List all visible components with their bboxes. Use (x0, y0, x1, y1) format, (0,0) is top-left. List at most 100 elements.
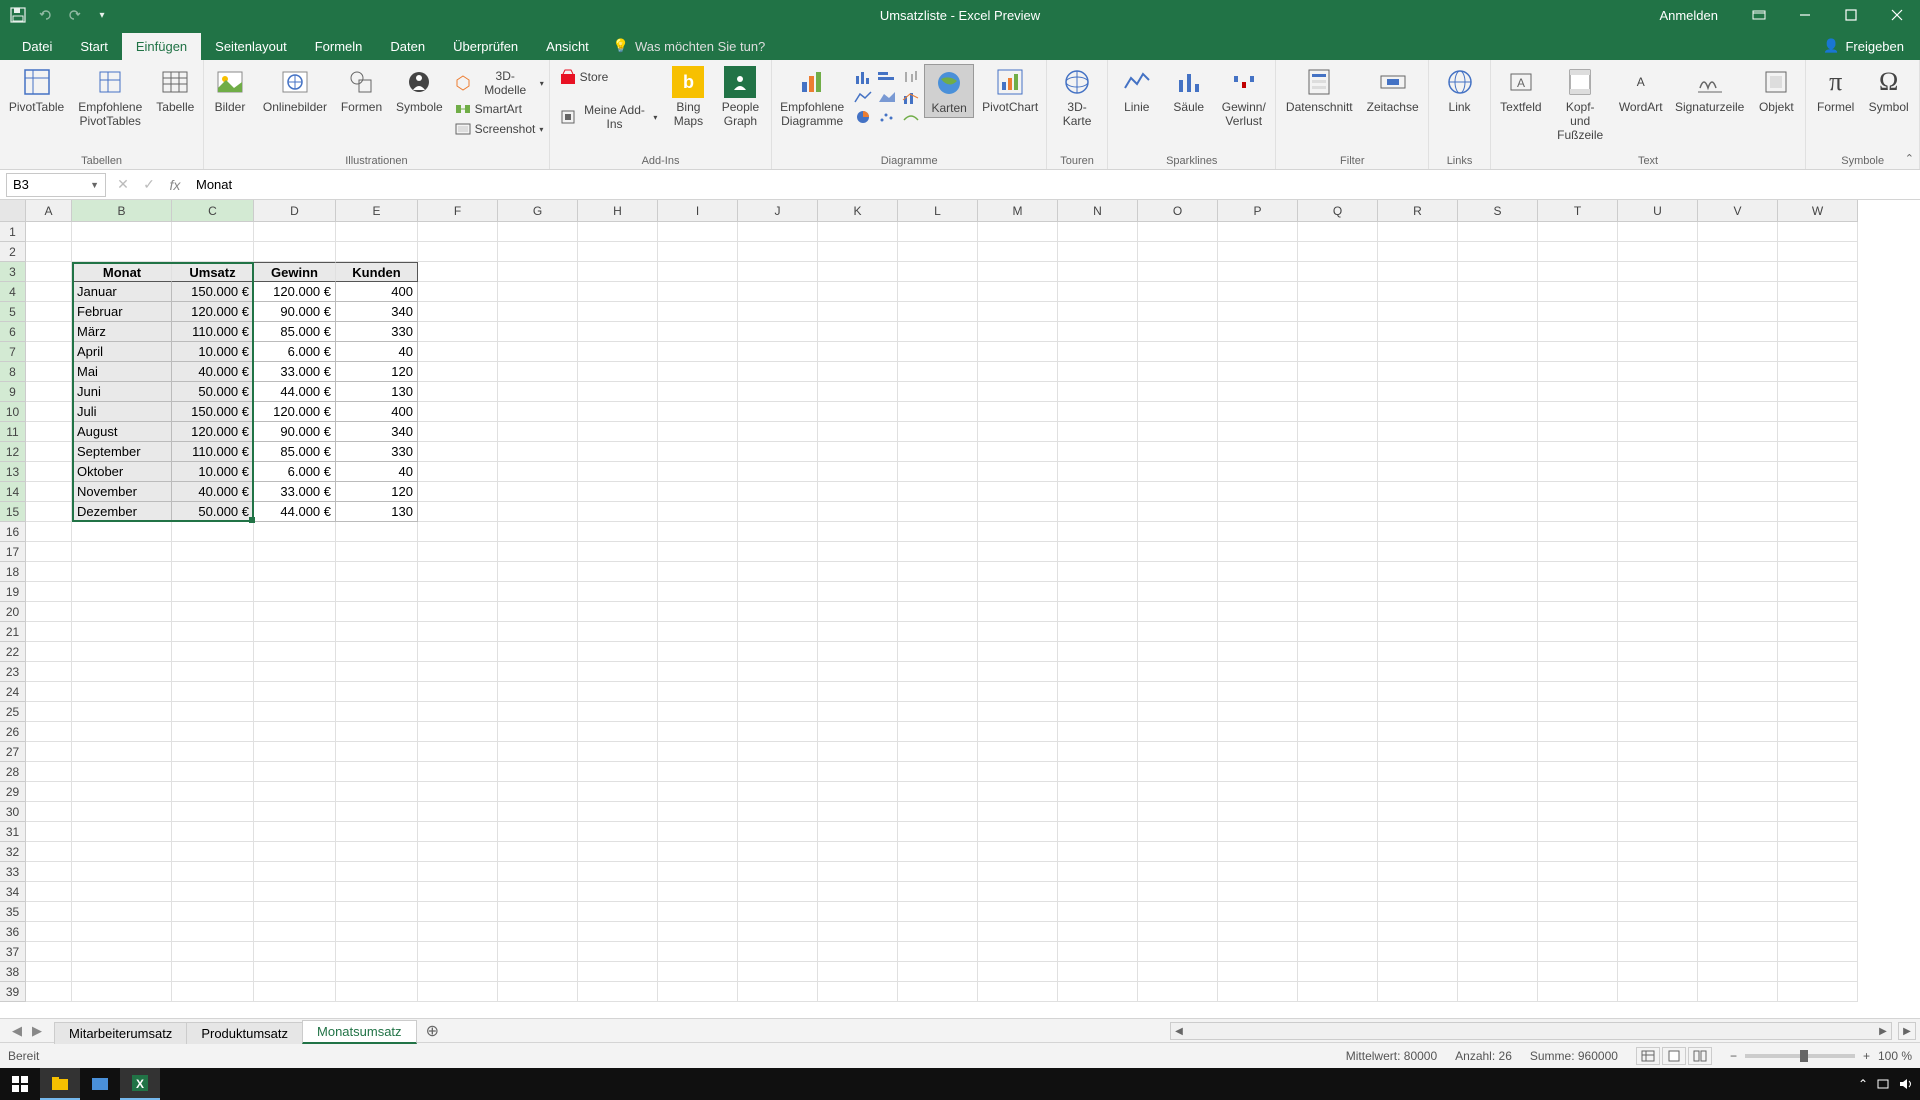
cell-O7[interactable] (1138, 342, 1218, 362)
cell-T20[interactable] (1538, 602, 1618, 622)
cell-J23[interactable] (738, 662, 818, 682)
cell-C1[interactable] (172, 222, 254, 242)
cell-S16[interactable] (1458, 522, 1538, 542)
cell-O5[interactable] (1138, 302, 1218, 322)
cell-E3[interactable]: Kunden (336, 262, 418, 282)
cell-J37[interactable] (738, 942, 818, 962)
sparkline-line-button[interactable]: Linie (1112, 64, 1162, 116)
cell-U20[interactable] (1618, 602, 1698, 622)
cell-L34[interactable] (898, 882, 978, 902)
cell-P18[interactable] (1218, 562, 1298, 582)
cell-D26[interactable] (254, 722, 336, 742)
cell-I12[interactable] (658, 442, 738, 462)
taskbar-app-icon[interactable] (80, 1068, 120, 1100)
cell-R24[interactable] (1378, 682, 1458, 702)
cell-E23[interactable] (336, 662, 418, 682)
column-header-E[interactable]: E (336, 200, 418, 222)
cell-I17[interactable] (658, 542, 738, 562)
cell-M15[interactable] (978, 502, 1058, 522)
cell-I23[interactable] (658, 662, 738, 682)
cell-B17[interactable] (72, 542, 172, 562)
cell-S1[interactable] (1458, 222, 1538, 242)
cell-P4[interactable] (1218, 282, 1298, 302)
cell-V20[interactable] (1698, 602, 1778, 622)
cell-A4[interactable] (26, 282, 72, 302)
cell-C9[interactable]: 50.000 € (172, 382, 254, 402)
cell-O25[interactable] (1138, 702, 1218, 722)
cell-T14[interactable] (1538, 482, 1618, 502)
cell-D31[interactable] (254, 822, 336, 842)
row-header-6[interactable]: 6 (0, 322, 26, 342)
cell-B27[interactable] (72, 742, 172, 762)
cell-U28[interactable] (1618, 762, 1698, 782)
cell-R19[interactable] (1378, 582, 1458, 602)
cell-H31[interactable] (578, 822, 658, 842)
row-header-31[interactable]: 31 (0, 822, 26, 842)
cell-W4[interactable] (1778, 282, 1858, 302)
cell-G6[interactable] (498, 322, 578, 342)
cell-B9[interactable]: Juni (72, 382, 172, 402)
cell-S24[interactable] (1458, 682, 1538, 702)
cell-U26[interactable] (1618, 722, 1698, 742)
wordart-button[interactable]: AWordArt (1613, 64, 1668, 116)
cell-O15[interactable] (1138, 502, 1218, 522)
cell-K14[interactable] (818, 482, 898, 502)
cell-B5[interactable]: Februar (72, 302, 172, 322)
cell-K33[interactable] (818, 862, 898, 882)
cell-T28[interactable] (1538, 762, 1618, 782)
cell-B2[interactable] (72, 242, 172, 262)
cell-O2[interactable] (1138, 242, 1218, 262)
cell-G34[interactable] (498, 882, 578, 902)
cell-P3[interactable] (1218, 262, 1298, 282)
cell-E25[interactable] (336, 702, 418, 722)
cell-U30[interactable] (1618, 802, 1698, 822)
cell-O39[interactable] (1138, 982, 1218, 1002)
cell-D19[interactable] (254, 582, 336, 602)
row-header-9[interactable]: 9 (0, 382, 26, 402)
cell-I15[interactable] (658, 502, 738, 522)
cell-I19[interactable] (658, 582, 738, 602)
cell-M16[interactable] (978, 522, 1058, 542)
cell-O22[interactable] (1138, 642, 1218, 662)
cell-L14[interactable] (898, 482, 978, 502)
cell-M33[interactable] (978, 862, 1058, 882)
cell-B36[interactable] (72, 922, 172, 942)
view-normal-icon[interactable] (1636, 1047, 1660, 1065)
cell-C13[interactable]: 10.000 € (172, 462, 254, 482)
cell-T24[interactable] (1538, 682, 1618, 702)
cell-M1[interactable] (978, 222, 1058, 242)
cell-G27[interactable] (498, 742, 578, 762)
cell-P22[interactable] (1218, 642, 1298, 662)
cell-L29[interactable] (898, 782, 978, 802)
cell-K23[interactable] (818, 662, 898, 682)
signin-link[interactable]: Anmelden (1641, 8, 1736, 23)
cell-P36[interactable] (1218, 922, 1298, 942)
cell-E9[interactable]: 130 (336, 382, 418, 402)
screenshot-button[interactable]: Screenshot ▾ (451, 120, 548, 138)
cell-N1[interactable] (1058, 222, 1138, 242)
cell-R20[interactable] (1378, 602, 1458, 622)
cell-T9[interactable] (1538, 382, 1618, 402)
column-header-I[interactable]: I (658, 200, 738, 222)
cell-C27[interactable] (172, 742, 254, 762)
cell-Q12[interactable] (1298, 442, 1378, 462)
cell-N39[interactable] (1058, 982, 1138, 1002)
cell-K30[interactable] (818, 802, 898, 822)
cell-V17[interactable] (1698, 542, 1778, 562)
cell-W37[interactable] (1778, 942, 1858, 962)
cell-H25[interactable] (578, 702, 658, 722)
cell-I38[interactable] (658, 962, 738, 982)
cell-K18[interactable] (818, 562, 898, 582)
cell-C8[interactable]: 40.000 € (172, 362, 254, 382)
cell-S28[interactable] (1458, 762, 1538, 782)
cell-K19[interactable] (818, 582, 898, 602)
cell-V35[interactable] (1698, 902, 1778, 922)
cell-A25[interactable] (26, 702, 72, 722)
cell-C7[interactable]: 10.000 € (172, 342, 254, 362)
cell-V21[interactable] (1698, 622, 1778, 642)
stock-chart-icon[interactable] (900, 68, 922, 86)
cell-T35[interactable] (1538, 902, 1618, 922)
cell-M11[interactable] (978, 422, 1058, 442)
hscroll-right-icon[interactable]: ▶ (1875, 1026, 1891, 1037)
cell-V32[interactable] (1698, 842, 1778, 862)
